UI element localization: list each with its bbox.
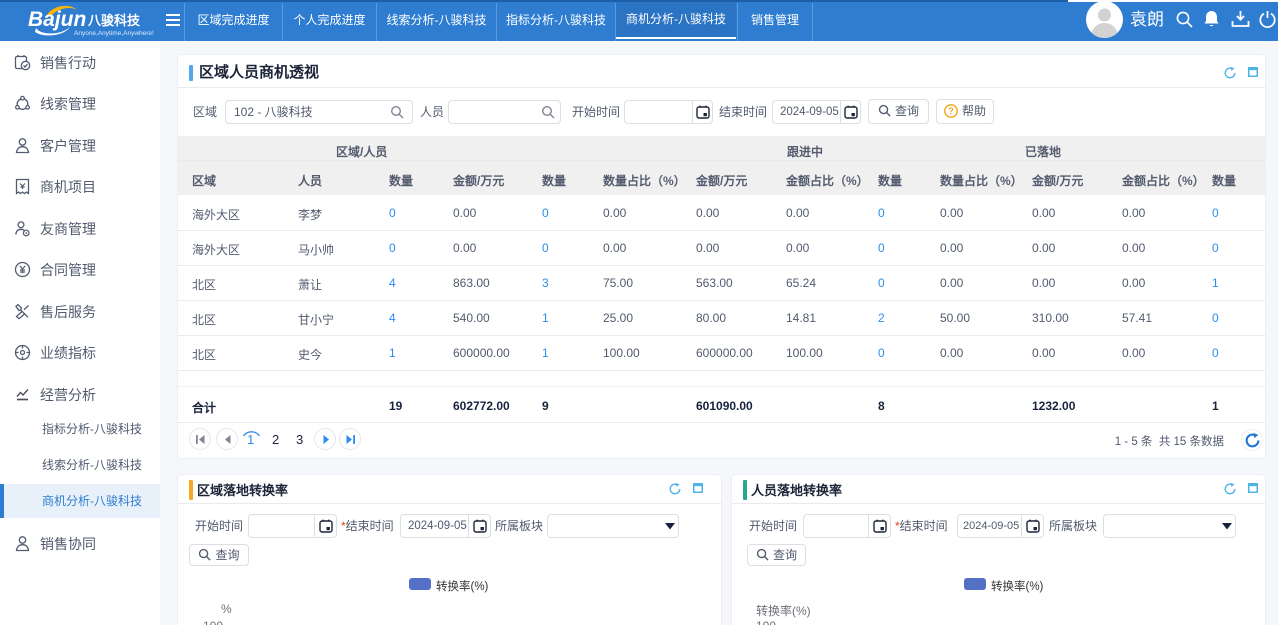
svg-text:?: ? [948, 106, 954, 116]
svg-text:Bajun: Bajun [28, 8, 86, 31]
svg-text:八骏科技: 八骏科技 [87, 13, 141, 28]
svg-text:Anyone,Anytime,Anywhere!: Anyone,Anytime,Anywhere! [74, 30, 154, 37]
